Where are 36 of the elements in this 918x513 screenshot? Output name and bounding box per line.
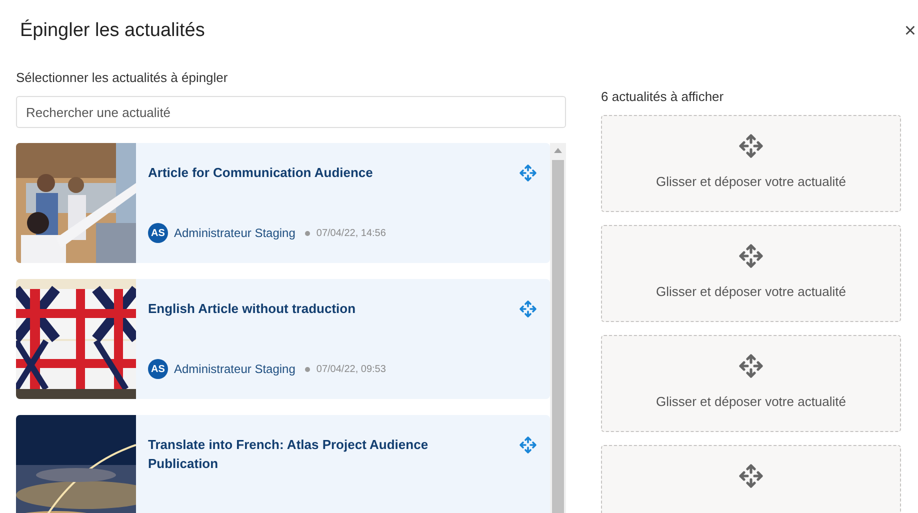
scroll-up-icon[interactable] <box>554 148 562 153</box>
post-date: 07/04/22, 09:53 <box>316 364 386 374</box>
author-avatar: AS <box>148 223 168 243</box>
move-icon <box>737 352 765 380</box>
scrollbar[interactable] <box>550 143 566 513</box>
drop-hint: Glisser et déposer votre actualité <box>656 394 846 409</box>
article-title: Translate into French: Atlas Project Audience Publication <box>148 436 430 473</box>
move-icon <box>737 242 765 270</box>
move-icon <box>518 299 538 319</box>
news-card[interactable]: Translate into French: Atlas Project Audience Publication <box>16 415 550 513</box>
drop-hint: Glisser et déposer votre actualité <box>656 284 846 299</box>
post-date: 07/04/22, 14:56 <box>316 228 386 238</box>
drop-zone[interactable]: Glisser et déposer votre actualité <box>601 115 901 212</box>
move-icon <box>737 132 765 160</box>
section-label: Sélectionner les actualités à épingler <box>16 70 229 86</box>
author-name: Administrateur Staging <box>174 226 296 240</box>
article-title: Article for Communication Audience <box>148 164 373 182</box>
drop-zone[interactable]: Glisser et déposer votre actualité <box>601 225 901 322</box>
drop-zone[interactable] <box>601 445 901 513</box>
dialog-title: Épingler les actualités <box>20 20 205 42</box>
article-title: English Article without traduction <box>148 300 356 318</box>
close-button[interactable]: × <box>902 21 918 41</box>
author-name: Administrateur Staging <box>174 362 296 376</box>
section-label: 6 actualités à afficher <box>601 89 725 105</box>
move-icon <box>518 435 538 455</box>
drop-zone[interactable]: Glisser et déposer votre actualité <box>601 335 901 432</box>
dot-icon <box>305 230 310 236</box>
drop-hint: Glisser et déposer votre actualité <box>656 174 846 189</box>
search-field[interactable]: Rechercher une actualité <box>16 96 566 128</box>
scrollbar-thumb[interactable] <box>552 160 564 513</box>
move-icon <box>518 163 538 183</box>
move-icon <box>737 462 765 490</box>
author-avatar: AS <box>148 359 168 379</box>
dot-icon <box>305 366 310 372</box>
news-card[interactable]: English Article without traduction AS Administrateur Staging 07/04/22, 09:53 <box>16 279 550 399</box>
news-card[interactable]: Article for Communication Audience AS Administrateur Staging 07/04/22, 14:56 <box>16 143 550 263</box>
